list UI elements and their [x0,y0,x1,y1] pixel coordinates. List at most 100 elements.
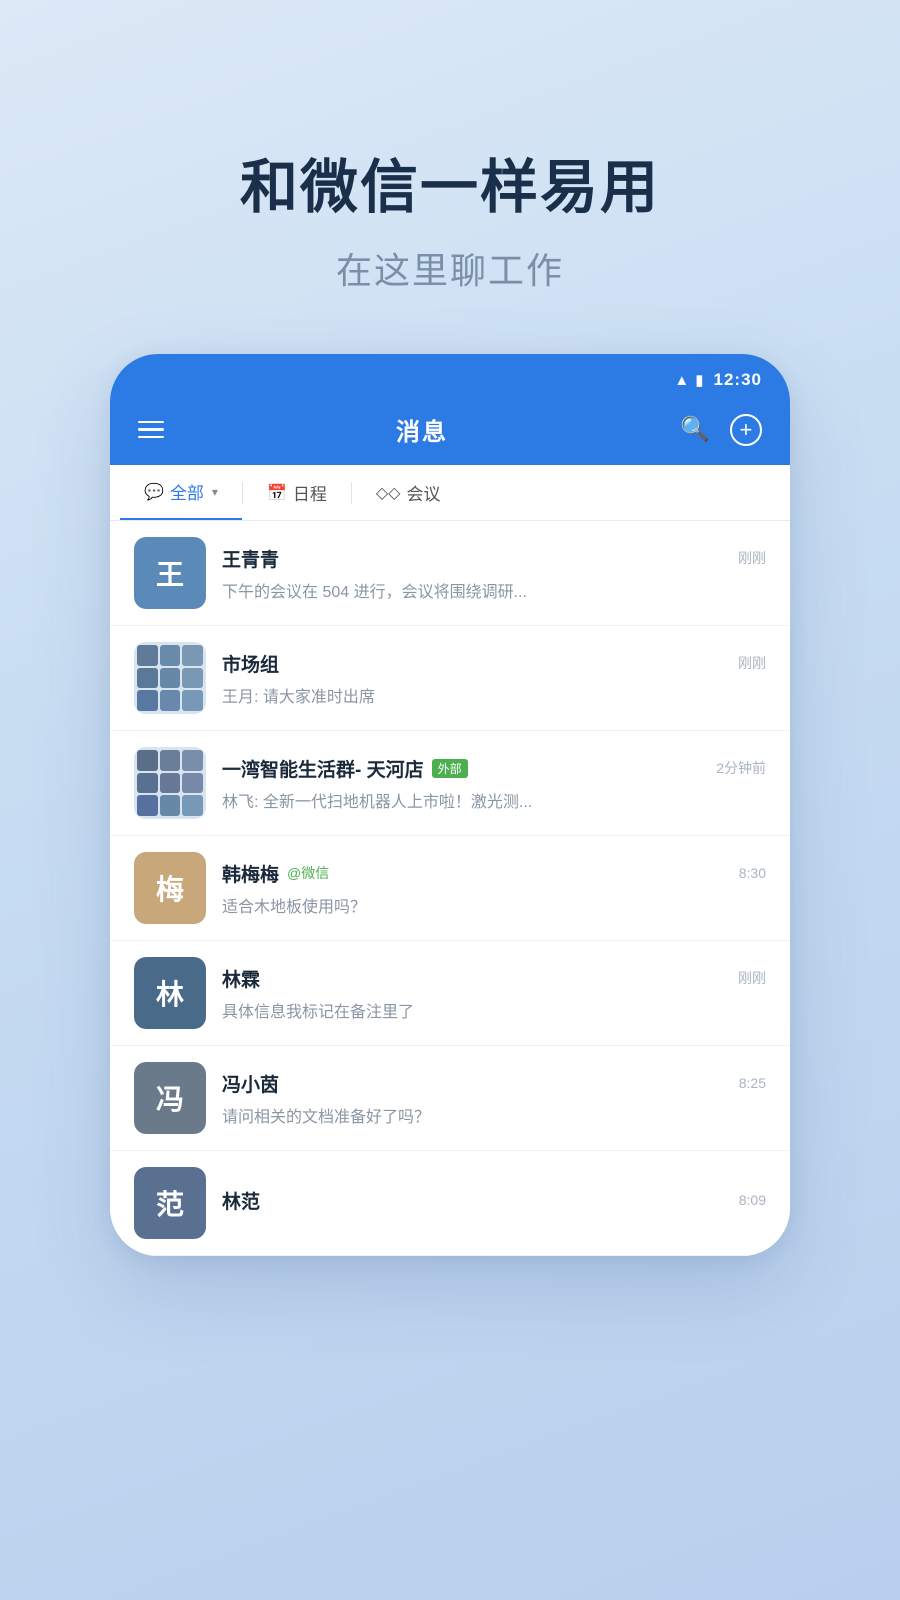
chat-item[interactable]: 王 王青青 刚刚 下午的会议在 504 进行，会议将围绕调研... [110,521,790,626]
avatar-wrap [134,642,206,714]
tab-schedule-label: 日程 [293,480,327,505]
chat-time: 8:30 [739,865,766,881]
headline-subtitle: 在这里聊工作 [240,242,660,294]
chat-time: 刚刚 [738,653,766,673]
avatar: 林 [134,957,206,1029]
chat-name: 一湾智能生活群- 天河店 [222,755,424,782]
avatar-grid-cell [137,795,158,816]
chat-item[interactable]: 市场组 刚刚 王月: 请大家准时出席 [110,626,790,731]
chat-preview: 适合木地板使用吗？ [222,893,766,917]
chat-time: 8:25 [739,1075,766,1091]
avatar-wrap: 范 [134,1167,206,1239]
chat-item[interactable]: 冯 冯小茵 8:25 请问相关的文档准备好了吗？ [110,1046,790,1151]
chat-name-row: 林霖 [222,965,260,992]
chat-name: 冯小茵 [222,1070,279,1097]
avatar-grid-cell [182,690,203,711]
chat-top: 林范 8:09 [222,1187,766,1214]
chat-name-row: 林范 [222,1187,260,1214]
status-time: 12:30 [714,370,762,390]
status-icons: ▲ ▮ [674,371,703,389]
phone-mockup: ▲ ▮ 12:30 消息 🔍 + 💬 全部 ▾ 📅 日程 ◇◇ [110,354,790,1256]
avatar-wrap: 王 [134,537,206,609]
chat-item[interactable]: 一湾智能生活群- 天河店 外部 2分钟前 林飞: 全新一代扫地机器人上市啦！激光… [110,731,790,836]
avatar-grid-cell [160,668,181,689]
chat-name-row: 市场组 [222,650,279,677]
headline-title: 和微信一样易用 [240,140,660,224]
signal-icon: ▲ [674,372,689,389]
avatar-grid-cell [182,773,203,794]
avatar-grid-cell [160,773,181,794]
chat-time: 2分钟前 [716,758,766,778]
chat-item[interactable]: 林 林霖 刚刚 具体信息我标记在备注里了 [110,941,790,1046]
app-header: 消息 🔍 + [110,400,790,465]
tab-meeting-label: 会议 [406,480,440,505]
avatar-grid-cell [160,645,181,666]
chat-name-row: 一湾智能生活群- 天河店 外部 [222,755,468,782]
search-icon[interactable]: 🔍 [680,415,710,444]
chat-content: 林霖 刚刚 具体信息我标记在备注里了 [222,965,766,1022]
avatar-wrap: 梅 [134,852,206,924]
tab-all[interactable]: 💬 全部 ▾ [120,465,242,520]
chat-list: 王 王青青 刚刚 下午的会议在 504 进行，会议将围绕调研... 市场组 刚 [110,521,790,1256]
avatar-group [134,747,206,819]
avatar-wrap: 冯 [134,1062,206,1134]
chat-name: 韩梅梅 [222,860,279,887]
avatar-grid-cell [137,690,158,711]
avatar: 梅 [134,852,206,924]
avatar-grid-cell [182,795,203,816]
chat-name: 林范 [222,1187,260,1214]
chat-content: 市场组 刚刚 王月: 请大家准时出席 [222,650,766,707]
chat-top: 市场组 刚刚 [222,650,766,677]
tab-bar: 💬 全部 ▾ 📅 日程 ◇◇ 会议 [110,465,790,521]
tab-schedule[interactable]: 📅 日程 [243,465,351,520]
chat-preview: 具体信息我标记在备注里了 [222,998,766,1022]
tab-all-icon: 💬 [144,482,164,502]
avatar-grid-cell [182,668,203,689]
tab-all-label: 全部 [170,479,204,504]
chat-top: 一湾智能生活群- 天河店 外部 2分钟前 [222,755,766,782]
tab-all-chevron: ▾ [212,485,218,499]
avatar: 范 [134,1167,206,1239]
chat-preview: 请问相关的文档准备好了吗？ [222,1103,766,1127]
chat-name: 林霖 [222,965,260,992]
avatar-group [134,642,206,714]
status-bar: ▲ ▮ 12:30 [110,354,790,400]
chat-name: 市场组 [222,650,279,677]
add-button[interactable]: + [730,414,762,446]
chat-time: 刚刚 [738,548,766,568]
avatar-grid-cell [160,750,181,771]
menu-icon[interactable] [138,421,164,439]
avatar-grid-cell [182,645,203,666]
chat-name-row: 王青青 [222,545,279,572]
avatar-grid-cell [137,750,158,771]
tab-meeting[interactable]: ◇◇ 会议 [352,465,465,520]
avatar-grid-cell [160,795,181,816]
tab-schedule-icon: 📅 [267,483,287,503]
chat-time: 8:09 [739,1192,766,1208]
chat-name: 王青青 [222,545,279,572]
header-actions: 🔍 + [680,414,762,446]
chat-top: 林霖 刚刚 [222,965,766,992]
chat-item[interactable]: 范 林范 8:09 [110,1151,790,1256]
chat-top: 韩梅梅 @微信 8:30 [222,860,766,887]
avatar-grid-cell [160,690,181,711]
battery-icon: ▮ [695,371,703,389]
chat-top: 王青青 刚刚 [222,545,766,572]
external-tag: 外部 [432,759,468,778]
chat-preview: 林飞: 全新一代扫地机器人上市啦！激光测... [222,788,766,812]
tab-meeting-icon: ◇◇ [376,483,401,503]
chat-item[interactable]: 梅 韩梅梅 @微信 8:30 适合木地板使用吗？ [110,836,790,941]
avatar-wrap: 林 [134,957,206,1029]
page-headline: 和微信一样易用 在这里聊工作 [240,140,660,294]
avatar: 王 [134,537,206,609]
chat-preview: 下午的会议在 504 进行，会议将围绕调研... [222,578,766,602]
chat-name-row: 冯小茵 [222,1070,279,1097]
avatar-grid-cell [137,668,158,689]
chat-preview: 王月: 请大家准时出席 [222,683,766,707]
chat-content: 冯小茵 8:25 请问相关的文档准备好了吗？ [222,1070,766,1127]
avatar: 冯 [134,1062,206,1134]
weixin-tag: @微信 [287,863,329,883]
chat-content: 韩梅梅 @微信 8:30 适合木地板使用吗？ [222,860,766,917]
chat-top: 冯小茵 8:25 [222,1070,766,1097]
avatar-wrap [134,747,206,819]
